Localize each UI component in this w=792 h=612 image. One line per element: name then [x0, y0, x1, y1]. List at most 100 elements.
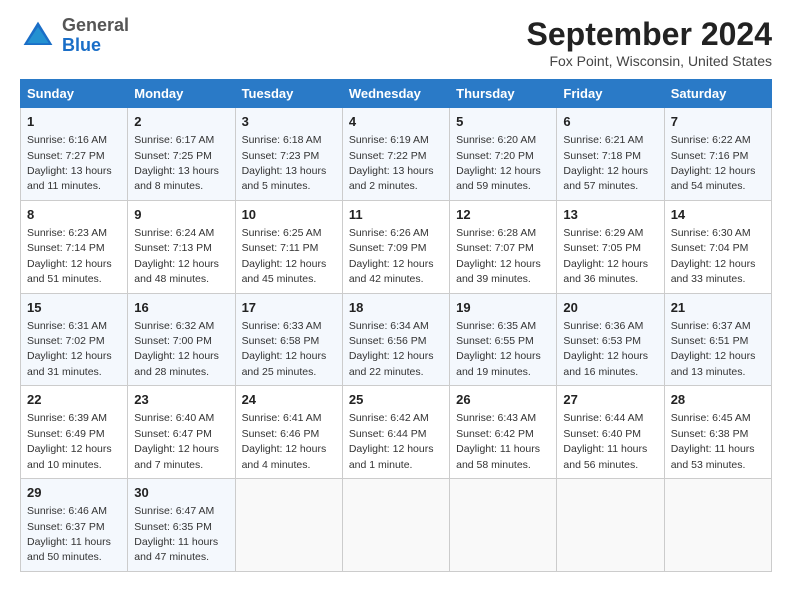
- sunset: Sunset: 6:44 PM: [349, 428, 427, 440]
- sunset: Sunset: 6:58 PM: [242, 335, 320, 347]
- sunset: Sunset: 7:05 PM: [563, 242, 641, 254]
- column-header-wednesday: Wednesday: [342, 80, 449, 108]
- calendar-cell: 15Sunrise: 6:31 AMSunset: 7:02 PMDayligh…: [21, 293, 128, 386]
- day-number: 1: [27, 113, 121, 131]
- sunset: Sunset: 6:53 PM: [563, 335, 641, 347]
- daylight: Daylight: 12 hours and 48 minutes.: [134, 258, 219, 285]
- sunset: Sunset: 7:16 PM: [671, 150, 749, 162]
- sunset: Sunset: 7:25 PM: [134, 150, 212, 162]
- daylight: Daylight: 12 hours and 4 minutes.: [242, 443, 327, 470]
- daylight: Daylight: 12 hours and 10 minutes.: [27, 443, 112, 470]
- calendar-table: SundayMondayTuesdayWednesdayThursdayFrid…: [20, 79, 772, 572]
- daylight: Daylight: 12 hours and 16 minutes.: [563, 350, 648, 377]
- sunset: Sunset: 7:22 PM: [349, 150, 427, 162]
- calendar-cell: 19Sunrise: 6:35 AMSunset: 6:55 PMDayligh…: [450, 293, 557, 386]
- calendar-cell: 30Sunrise: 6:47 AMSunset: 6:35 PMDayligh…: [128, 479, 235, 572]
- calendar-cell: 22Sunrise: 6:39 AMSunset: 6:49 PMDayligh…: [21, 386, 128, 479]
- day-number: 28: [671, 391, 765, 409]
- day-number: 24: [242, 391, 336, 409]
- sunset: Sunset: 6:42 PM: [456, 428, 534, 440]
- calendar-week-2: 8 Sunrise: 6:23 AM Sunset: 7:14 PM Daylight…: [21, 200, 772, 293]
- sunset: Sunset: 7:27 PM: [27, 150, 105, 162]
- calendar-cell: 24Sunrise: 6:41 AMSunset: 6:46 PMDayligh…: [235, 386, 342, 479]
- sunrise: Sunrise: 6:35 AM: [456, 320, 536, 332]
- sunset: Sunset: 6:40 PM: [563, 428, 641, 440]
- calendar-cell: [450, 479, 557, 572]
- sunset: Sunset: 6:35 PM: [134, 521, 212, 533]
- title-block: September 2024 Fox Point, Wisconsin, Uni…: [527, 16, 772, 69]
- calendar-cell: 5Sunrise: 6:20 AMSunset: 7:20 PMDaylight…: [450, 108, 557, 201]
- daylight: Daylight: 12 hours and 59 minutes.: [456, 165, 541, 192]
- day-number: 10: [242, 206, 336, 224]
- daylight: Daylight: 11 hours and 47 minutes.: [134, 536, 218, 563]
- day-number: 26: [456, 391, 550, 409]
- sunrise: Sunrise: 6:21 AM: [563, 134, 643, 146]
- calendar-cell: 9Sunrise: 6:24 AMSunset: 7:13 PMDaylight…: [128, 200, 235, 293]
- daylight: Daylight: 11 hours and 50 minutes.: [27, 536, 111, 563]
- calendar-cell: 1 Sunrise: 6:16 AM Sunset: 7:27 PM Daylight…: [21, 108, 128, 201]
- daylight: Daylight: 12 hours and 19 minutes.: [456, 350, 541, 377]
- calendar-cell: 26Sunrise: 6:43 AMSunset: 6:42 PMDayligh…: [450, 386, 557, 479]
- sunrise: Sunrise: 6:25 AM: [242, 227, 322, 239]
- sunrise: Sunrise: 6:16 AM: [27, 134, 107, 146]
- sunset: Sunset: 7:20 PM: [456, 150, 534, 162]
- day-number: 8: [27, 206, 121, 224]
- daylight: Daylight: 12 hours and 22 minutes.: [349, 350, 434, 377]
- calendar-cell: 13Sunrise: 6:29 AMSunset: 7:05 PMDayligh…: [557, 200, 664, 293]
- day-number: 27: [563, 391, 657, 409]
- column-header-saturday: Saturday: [664, 80, 771, 108]
- daylight: Daylight: 13 hours and 11 minutes.: [27, 165, 112, 192]
- day-number: 17: [242, 299, 336, 317]
- daylight: Daylight: 13 hours and 5 minutes.: [242, 165, 327, 192]
- sunrise: Sunrise: 6:41 AM: [242, 412, 322, 424]
- day-number: 4: [349, 113, 443, 131]
- sunrise: Sunrise: 6:22 AM: [671, 134, 751, 146]
- day-number: 18: [349, 299, 443, 317]
- sunrise: Sunrise: 6:32 AM: [134, 320, 214, 332]
- daylight: Daylight: 12 hours and 13 minutes.: [671, 350, 756, 377]
- calendar-cell: 4Sunrise: 6:19 AMSunset: 7:22 PMDaylight…: [342, 108, 449, 201]
- calendar-cell: [664, 479, 771, 572]
- daylight: Daylight: 12 hours and 51 minutes.: [27, 258, 112, 285]
- location: Fox Point, Wisconsin, United States: [527, 53, 772, 69]
- sunset: Sunset: 7:14 PM: [27, 242, 105, 254]
- calendar-cell: 6Sunrise: 6:21 AMSunset: 7:18 PMDaylight…: [557, 108, 664, 201]
- column-header-sunday: Sunday: [21, 80, 128, 108]
- sunrise: Sunrise: 6:19 AM: [349, 134, 429, 146]
- day-number: 15: [27, 299, 121, 317]
- sunset: Sunset: 6:51 PM: [671, 335, 749, 347]
- daylight: Daylight: 12 hours and 57 minutes.: [563, 165, 648, 192]
- day-number: 9: [134, 206, 228, 224]
- daylight: Daylight: 12 hours and 45 minutes.: [242, 258, 327, 285]
- day-number: 20: [563, 299, 657, 317]
- sunset: Sunset: 7:13 PM: [134, 242, 212, 254]
- day-number: 22: [27, 391, 121, 409]
- logo-text: General Blue: [62, 16, 129, 56]
- sunrise: Sunrise: 6:40 AM: [134, 412, 214, 424]
- month-title: September 2024: [527, 16, 772, 53]
- sunset: Sunset: 7:09 PM: [349, 242, 427, 254]
- sunset: Sunset: 7:04 PM: [671, 242, 749, 254]
- sunset: Sunset: 6:55 PM: [456, 335, 534, 347]
- sunset: Sunset: 6:49 PM: [27, 428, 105, 440]
- day-number: 25: [349, 391, 443, 409]
- calendar-cell: 14Sunrise: 6:30 AMSunset: 7:04 PMDayligh…: [664, 200, 771, 293]
- day-number: 11: [349, 206, 443, 224]
- column-header-tuesday: Tuesday: [235, 80, 342, 108]
- sunset: Sunset: 7:23 PM: [242, 150, 320, 162]
- calendar-cell: 11Sunrise: 6:26 AMSunset: 7:09 PMDayligh…: [342, 200, 449, 293]
- sunrise: Sunrise: 6:46 AM: [27, 505, 107, 517]
- sunrise: Sunrise: 6:44 AM: [563, 412, 643, 424]
- calendar-week-5: 29Sunrise: 6:46 AMSunset: 6:37 PMDayligh…: [21, 479, 772, 572]
- calendar-cell: 28Sunrise: 6:45 AMSunset: 6:38 PMDayligh…: [664, 386, 771, 479]
- calendar-cell: 20Sunrise: 6:36 AMSunset: 6:53 PMDayligh…: [557, 293, 664, 386]
- sunset: Sunset: 6:37 PM: [27, 521, 105, 533]
- daylight: Daylight: 12 hours and 54 minutes.: [671, 165, 756, 192]
- sunrise: Sunrise: 6:23 AM: [27, 227, 107, 239]
- calendar-body: 1 Sunrise: 6:16 AM Sunset: 7:27 PM Daylight…: [21, 108, 772, 572]
- sunrise: Sunrise: 6:29 AM: [563, 227, 643, 239]
- day-number: 30: [134, 484, 228, 502]
- sunset: Sunset: 7:02 PM: [27, 335, 105, 347]
- sunset: Sunset: 6:38 PM: [671, 428, 749, 440]
- daylight: Daylight: 12 hours and 39 minutes.: [456, 258, 541, 285]
